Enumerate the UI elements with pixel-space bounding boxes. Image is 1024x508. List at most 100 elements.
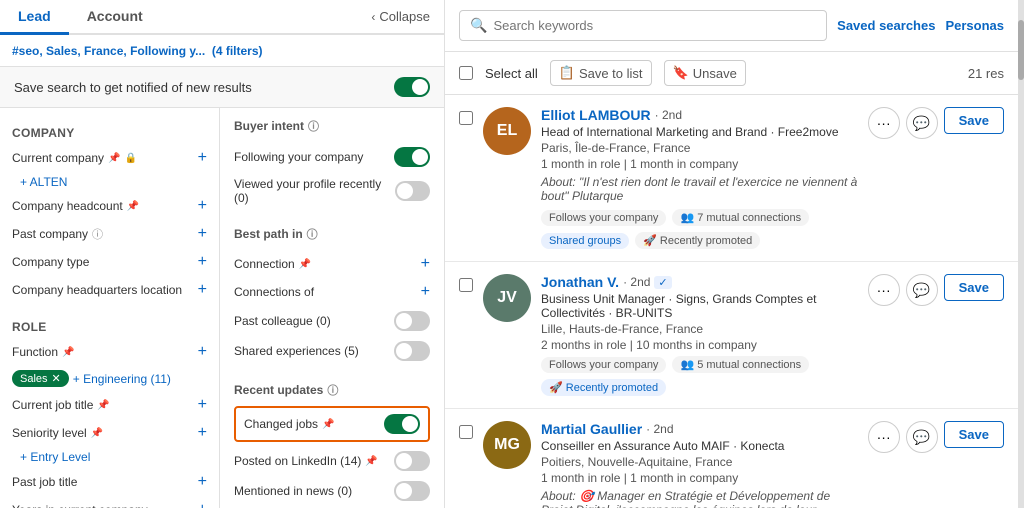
result-tags: Follows your company 👥 5 mutual connecti… — [541, 356, 858, 396]
filter-past-company[interactable]: Past company ⓘ + — [0, 220, 219, 248]
select-all-checkbox[interactable] — [459, 66, 473, 80]
more-options-button[interactable]: ··· — [868, 421, 900, 453]
recent-updates-info-icon[interactable]: ⓘ — [327, 382, 338, 398]
seniority-label: Seniority level 📌 — [12, 426, 103, 440]
result-content: Elliot LAMBOUR · 2nd Head of Internation… — [541, 107, 858, 249]
recently-promoted-tag: 🚀 Recently promoted — [541, 379, 666, 396]
connection-add[interactable]: + — [421, 255, 430, 273]
search-input[interactable] — [493, 18, 816, 33]
select-all-label[interactable]: Select all — [485, 66, 538, 81]
following-toggle[interactable] — [394, 147, 430, 167]
buyer-intent-label: Buyer intent — [234, 119, 304, 133]
filter-years-company[interactable]: Years in current company + — [0, 496, 219, 508]
seniority-add[interactable]: + — [198, 424, 207, 442]
past-colleague-label: Past colleague (0) — [234, 314, 331, 328]
job-title-add[interactable]: + — [198, 396, 207, 414]
filter-title: #seo, Sales, France, Following y... (4 f… — [12, 44, 263, 58]
save-to-list-button[interactable]: 📋 Save to list — [550, 60, 652, 86]
save-search-label: Save search to get notified of new resul… — [14, 80, 394, 95]
result-name[interactable]: Martial Gaullier — [541, 421, 642, 437]
current-company-add[interactable]: + — [198, 149, 207, 167]
save-button[interactable]: Save — [944, 274, 1004, 301]
headcount-add[interactable]: + — [198, 197, 207, 215]
result-checkbox-2[interactable] — [459, 425, 473, 439]
chevron-left-icon: ‹ — [371, 10, 375, 24]
save-search-toggle[interactable] — [394, 77, 430, 97]
more-options-button[interactable]: ··· — [868, 107, 900, 139]
filter-company-type[interactable]: Company type + — [0, 248, 219, 276]
info-icon: ⓘ — [92, 226, 103, 242]
years-add[interactable]: + — [198, 501, 207, 508]
connections-of-label: Connections of — [234, 285, 314, 299]
result-title: Head of International Marketing and Bran… — [541, 125, 858, 139]
result-name[interactable]: Elliot LAMBOUR — [541, 107, 651, 123]
personas-link[interactable]: Personas — [945, 18, 1004, 33]
tab-lead[interactable]: Lead — [0, 0, 69, 35]
scrollbar-thumb[interactable] — [1018, 20, 1024, 80]
collapse-button[interactable]: ‹ Collapse — [357, 0, 444, 33]
scrollbar[interactable] — [1018, 0, 1024, 508]
result-checkbox-1[interactable] — [459, 278, 473, 292]
result-location: Lille, Hauts-de-France, France — [541, 322, 858, 336]
save-to-list-label: Save to list — [579, 66, 643, 81]
engineering-link[interactable]: + Engineering (11) — [73, 372, 171, 386]
message-button[interactable]: 💬 — [906, 421, 938, 453]
search-input-wrap[interactable]: 🔍 — [459, 10, 827, 41]
company-type-add[interactable]: + — [198, 253, 207, 271]
mutual-tag: 👥 7 mutual connections — [672, 209, 809, 226]
result-degree: · 2nd — [623, 275, 650, 289]
entry-level-link[interactable]: + Entry Level — [20, 450, 90, 464]
function-add[interactable]: + — [198, 343, 207, 361]
shared-exp-toggle[interactable] — [394, 341, 430, 361]
mentioned-label: Mentioned in news (0) — [234, 484, 352, 498]
shared-groups-tag: Shared groups — [541, 233, 629, 249]
filter-job-title[interactable]: Current job title 📌 + — [0, 391, 219, 419]
sales-tag-remove[interactable]: ✕ — [52, 372, 61, 385]
sales-tag[interactable]: Sales ✕ — [12, 370, 69, 387]
save-button[interactable]: Save — [944, 107, 1004, 134]
alten-tag[interactable]: + ALTEN — [0, 172, 219, 192]
unsave-icon: 🔖 — [673, 65, 689, 81]
mutual-tag: 👥 5 mutual connections — [672, 356, 809, 373]
posted-toggle[interactable] — [394, 451, 430, 471]
lock-icon: 🔒 — [125, 153, 137, 164]
results-list: EL Elliot LAMBOUR · 2nd Head of Internat… — [445, 95, 1018, 508]
saved-searches-link[interactable]: Saved searches — [837, 18, 935, 33]
result-title: Business Unit Manager · Signs, Grands Co… — [541, 292, 858, 320]
best-path-connections-of: Connections of + — [234, 278, 430, 306]
unsave-button[interactable]: 🔖 Unsave — [664, 60, 746, 86]
filter-past-job[interactable]: Past job title + — [0, 468, 219, 496]
promoted-tag: 🚀 Recently promoted — [635, 232, 760, 249]
result-tenure: 1 month in role | 1 month in company — [541, 157, 858, 171]
message-button[interactable]: 💬 — [906, 107, 938, 139]
hq-location-label: Company headquarters location — [12, 283, 182, 297]
result-name[interactable]: Jonathan V. — [541, 274, 619, 290]
more-options-button[interactable]: ··· — [868, 274, 900, 306]
buyer-intent-info-icon[interactable]: ⓘ — [308, 118, 319, 134]
shared-exp-label: Shared experiences (5) — [234, 344, 359, 358]
filter-headcount[interactable]: Company headcount 📌 + — [0, 192, 219, 220]
mentioned-toggle[interactable] — [394, 481, 430, 501]
result-actions: ··· 💬 Save — [868, 421, 1004, 453]
best-path-info-icon[interactable]: ⓘ — [307, 226, 318, 242]
unsave-label: Unsave — [693, 66, 737, 81]
past-job-add[interactable]: + — [198, 473, 207, 491]
filter-hq-location[interactable]: Company headquarters location + — [0, 276, 219, 304]
filter-function[interactable]: Function 📌 + — [0, 338, 219, 366]
changed-jobs-toggle[interactable] — [384, 414, 420, 434]
viewed-toggle[interactable] — [395, 181, 430, 201]
past-colleague-toggle[interactable] — [394, 311, 430, 331]
filter-current-company[interactable]: Current company 📌🔒 + — [0, 144, 219, 172]
connections-of-add[interactable]: + — [421, 283, 430, 301]
company-section-title: Company — [0, 118, 219, 144]
pin-icon2: 📌 — [127, 201, 139, 212]
message-button[interactable]: 💬 — [906, 274, 938, 306]
save-button[interactable]: Save — [944, 421, 1004, 448]
pin-icon5: 📌 — [91, 428, 103, 439]
tab-account[interactable]: Account — [69, 0, 161, 35]
result-checkbox-0[interactable] — [459, 111, 473, 125]
past-company-add[interactable]: + — [198, 225, 207, 243]
follows-tag: Follows your company — [541, 210, 666, 226]
hq-location-add[interactable]: + — [198, 281, 207, 299]
filter-seniority[interactable]: Seniority level 📌 + — [0, 419, 219, 447]
